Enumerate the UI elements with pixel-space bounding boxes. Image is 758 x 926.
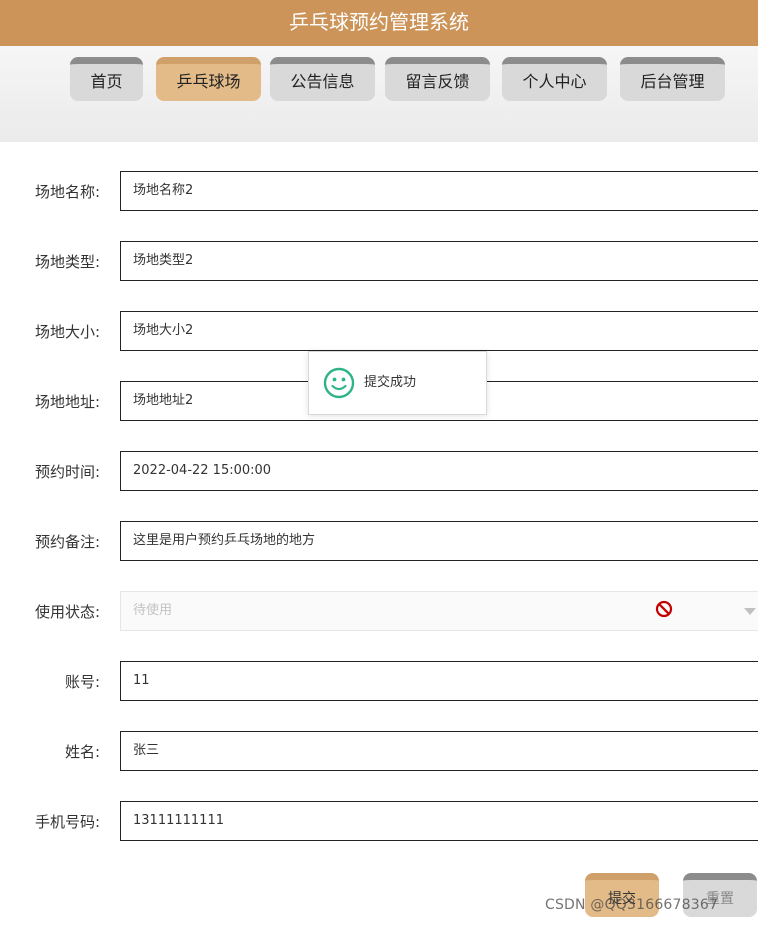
app-header: 乒乓球预约管理系统	[0, 0, 758, 46]
watermark: CSDN @QQ3166678367	[545, 897, 719, 913]
form-row-usage-status: 使用状态: 待使用	[0, 591, 758, 633]
form-row-court-type: 场地类型: 场地类型2	[0, 241, 758, 283]
booking-note-label: 预约备注:	[34, 533, 100, 551]
smile-icon	[323, 367, 355, 399]
nav-tab-announcements[interactable]: 公告信息	[270, 57, 375, 101]
nav-tab-feedback[interactable]: 留言反馈	[385, 57, 490, 101]
court-name-label: 场地名称:	[34, 183, 100, 201]
nav-tab-label: 公告信息	[290, 72, 355, 91]
nav-tab-admin[interactable]: 后台管理	[620, 57, 725, 101]
form-row-court-name: 场地名称: 场地名称2	[0, 171, 758, 213]
chevron-down-icon	[744, 608, 756, 615]
nav-tab-label: 留言反馈	[405, 72, 470, 91]
no-entry-icon	[655, 600, 673, 618]
nav-tab-label: 乒乓球场	[176, 72, 241, 91]
form-row-court-size: 场地大小: 场地大小2	[0, 311, 758, 353]
court-name-input[interactable]: 场地名称2	[120, 171, 758, 211]
nav-tab-label: 后台管理	[640, 72, 705, 91]
usage-status-label: 使用状态:	[34, 603, 100, 621]
nav-tab-personal-center[interactable]: 个人中心	[502, 57, 607, 101]
account-input[interactable]: 11	[120, 661, 758, 701]
court-type-input[interactable]: 场地类型2	[120, 241, 758, 281]
nav-bar: 首页 乒乓球场 公告信息 留言反馈 个人中心 后台管理	[0, 46, 758, 142]
success-toast: 提交成功	[308, 351, 487, 415]
nav-tab-label: 个人中心	[522, 72, 587, 91]
court-address-label: 场地地址:	[34, 393, 100, 411]
nav-tab-label: 首页	[90, 72, 123, 91]
booking-note-input[interactable]: 这里是用户预约乒乓场地的地方	[120, 521, 758, 561]
form-row-booking-note: 预约备注: 这里是用户预约乒乓场地的地方	[0, 521, 758, 563]
court-type-label: 场地类型:	[34, 253, 100, 271]
booking-time-input[interactable]: 2022-04-22 15:00:00	[120, 451, 758, 491]
app-title: 乒乓球预约管理系统	[289, 10, 469, 34]
court-size-label: 场地大小:	[34, 323, 100, 341]
booking-time-label: 预约时间:	[34, 463, 100, 481]
booking-form: 场地名称: 场地名称2 场地类型: 场地类型2 场地大小: 场地大小2 场地地址…	[0, 142, 758, 926]
form-row-phone: 手机号码: 13111111111	[0, 801, 758, 843]
name-label: 姓名:	[64, 743, 100, 761]
nav-tab-pingpong-courts[interactable]: 乒乓球场	[156, 57, 261, 101]
nav-tab-home[interactable]: 首页	[70, 57, 143, 101]
account-label: 账号:	[64, 673, 100, 691]
form-row-account: 账号: 11	[0, 661, 758, 703]
court-size-input[interactable]: 场地大小2	[120, 311, 758, 351]
form-row-name: 姓名: 张三	[0, 731, 758, 773]
form-row-booking-time: 预约时间: 2022-04-22 15:00:00	[0, 451, 758, 493]
name-input[interactable]: 张三	[120, 731, 758, 771]
page: 乒乓球预约管理系统 首页 乒乓球场 公告信息 留言反馈 个人中心 后台管理 场地…	[0, 0, 758, 926]
phone-label: 手机号码:	[34, 813, 100, 831]
phone-input[interactable]: 13111111111	[120, 801, 758, 841]
toast-message: 提交成功	[364, 375, 417, 390]
